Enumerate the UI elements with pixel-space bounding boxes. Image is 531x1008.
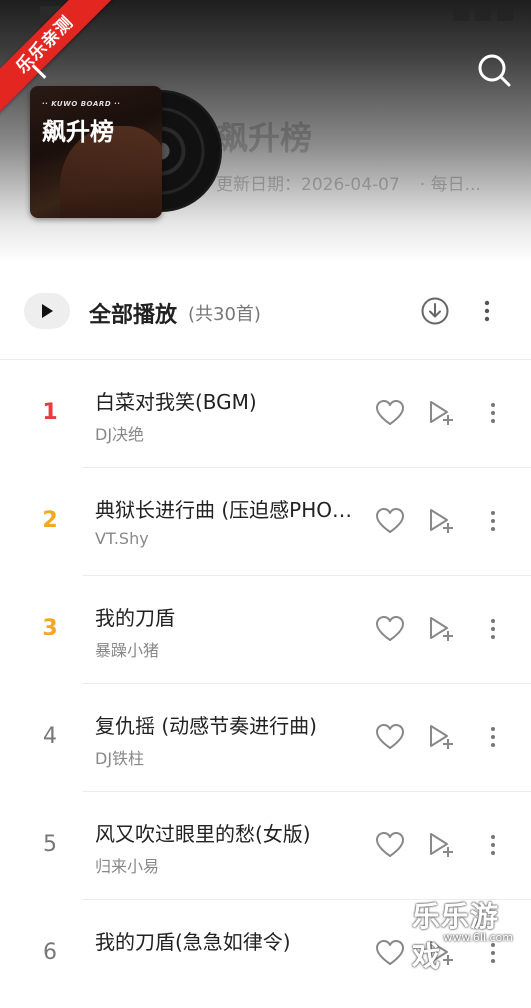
cover-title: 飙升榜 bbox=[42, 118, 114, 146]
add-to-playlist-button[interactable] bbox=[427, 506, 455, 536]
cover-image: ·· KUWO BOARD ·· 飙升榜 bbox=[30, 86, 162, 218]
playlist-header: ·· KUWO BOARD ·· 飙升榜 飙升榜 更新日期：2026-04-07… bbox=[0, 0, 531, 262]
more-vertical-icon bbox=[491, 835, 495, 855]
like-button[interactable] bbox=[374, 506, 406, 536]
song-more-button[interactable] bbox=[482, 830, 504, 860]
page-title: 飙升榜 bbox=[216, 119, 313, 157]
search-icon bbox=[478, 54, 511, 87]
more-options-button[interactable] bbox=[476, 296, 498, 326]
song-rank: 4 bbox=[43, 724, 57, 749]
add-to-playlist-icon bbox=[430, 725, 453, 749]
song-artist: 归来小易 bbox=[95, 857, 160, 876]
more-vertical-icon bbox=[491, 619, 495, 639]
song-rank: 5 bbox=[43, 832, 57, 857]
song-row[interactable]: 3 我的刀盾 暴躁小猪 bbox=[0, 576, 531, 684]
wifi-icon bbox=[453, 7, 469, 21]
song-more-button[interactable] bbox=[482, 722, 504, 752]
play-all-bar: 全部播放 (共30首) bbox=[0, 262, 531, 360]
song-more-button[interactable] bbox=[482, 506, 504, 536]
add-to-playlist-icon bbox=[430, 401, 453, 425]
status-icons bbox=[453, 7, 513, 21]
add-to-playlist-button[interactable] bbox=[427, 722, 455, 752]
more-vertical-icon bbox=[484, 300, 490, 322]
site-watermark: 乐乐游戏 www.6ll.com bbox=[412, 895, 531, 973]
add-to-playlist-icon bbox=[430, 617, 453, 641]
update-date: 更新日期：2026-04-07 bbox=[216, 175, 400, 195]
add-to-playlist-button[interactable] bbox=[427, 830, 455, 860]
song-row[interactable]: 1 白菜对我笑(BGM) DJ决绝 bbox=[0, 360, 531, 468]
song-artist: VT.Shy bbox=[95, 529, 149, 548]
update-extra: · 每日... bbox=[419, 175, 481, 195]
song-row[interactable]: 4 复仇摇 (动感节奏进行曲) DJ铁柱 bbox=[0, 684, 531, 792]
play-all-button[interactable] bbox=[24, 293, 70, 329]
song-count: (共30首) bbox=[188, 304, 261, 325]
download-button[interactable] bbox=[420, 296, 450, 326]
watermark-url: www.6ll.com bbox=[443, 931, 513, 944]
song-title[interactable]: 风又吹过眼里的愁(女版) bbox=[95, 818, 357, 847]
heart-icon bbox=[376, 724, 404, 749]
like-button[interactable] bbox=[374, 398, 406, 428]
song-more-button[interactable] bbox=[482, 398, 504, 428]
battery-icon bbox=[497, 7, 513, 21]
like-button[interactable] bbox=[374, 830, 406, 860]
heart-icon bbox=[376, 940, 404, 965]
playlist-cover[interactable]: ·· KUWO BOARD ·· 飙升榜 bbox=[30, 86, 222, 220]
heart-icon bbox=[376, 832, 404, 857]
more-vertical-icon bbox=[491, 511, 495, 531]
song-title[interactable]: 白菜对我笑(BGM) bbox=[95, 386, 357, 415]
like-button[interactable] bbox=[374, 722, 406, 752]
song-rank: 3 bbox=[42, 616, 58, 641]
song-title[interactable]: 复仇摇 (动感节奏进行曲) bbox=[95, 710, 357, 739]
heart-icon bbox=[376, 508, 404, 533]
song-artist: 暴躁小猪 bbox=[95, 641, 160, 660]
add-to-playlist-button[interactable] bbox=[427, 614, 455, 644]
update-info: 更新日期：2026-04-07 · 每日... bbox=[216, 170, 481, 195]
add-to-playlist-button[interactable] bbox=[427, 398, 455, 428]
heart-icon bbox=[376, 616, 404, 641]
song-artist: DJ决绝 bbox=[95, 425, 145, 444]
song-rank: 2 bbox=[42, 508, 58, 533]
song-rank: 6 bbox=[43, 940, 57, 965]
play-all-label[interactable]: 全部播放 bbox=[89, 297, 177, 329]
download-icon bbox=[421, 297, 449, 325]
song-title[interactable]: 我的刀盾(急急如律令) bbox=[95, 926, 357, 955]
song-rank: 1 bbox=[42, 400, 58, 425]
song-more-button[interactable] bbox=[482, 614, 504, 644]
song-title[interactable]: 典狱长进行曲 (压迫感PHONK) bbox=[95, 494, 357, 523]
more-vertical-icon bbox=[491, 403, 495, 423]
song-title[interactable]: 我的刀盾 bbox=[95, 602, 357, 631]
heart-icon bbox=[376, 400, 404, 425]
song-row[interactable]: 5 风又吹过眼里的愁(女版) 归来小易 bbox=[0, 792, 531, 900]
song-artist: DJ铁柱 bbox=[95, 749, 145, 768]
cover-board-label: ·· KUWO BOARD ·· bbox=[42, 100, 121, 108]
like-button[interactable] bbox=[374, 614, 406, 644]
like-button[interactable] bbox=[374, 938, 406, 968]
play-icon bbox=[42, 304, 53, 318]
more-vertical-icon bbox=[491, 727, 495, 747]
add-to-playlist-icon bbox=[430, 509, 453, 533]
signal-icon bbox=[475, 7, 491, 21]
song-row[interactable]: 2 典狱长进行曲 (压迫感PHONK) VT.Shy bbox=[0, 468, 531, 576]
add-to-playlist-icon bbox=[430, 833, 453, 857]
search-button[interactable] bbox=[476, 52, 512, 88]
